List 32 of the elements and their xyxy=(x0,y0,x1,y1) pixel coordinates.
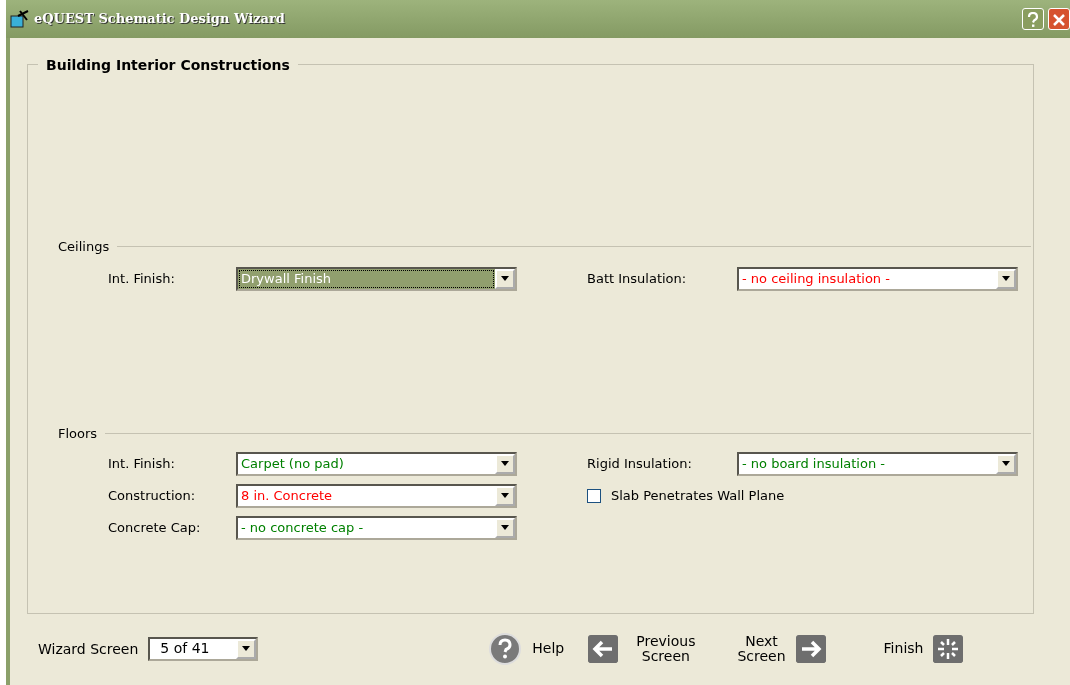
app-icon xyxy=(10,10,30,28)
dropdown[interactable]: Drywall Finish xyxy=(236,266,517,291)
wizard-screen-label: Wizard Screen xyxy=(38,639,139,659)
section-label: Floors xyxy=(58,424,98,443)
field-label: Construction: xyxy=(107,487,197,506)
dropdown[interactable]: - no board insulation - xyxy=(737,452,1018,476)
dropdown[interactable]: Carpet (no pad) xyxy=(236,452,517,476)
sparkle-icon xyxy=(933,635,964,663)
dropdown[interactable]: 8 in. Concrete xyxy=(236,484,517,508)
close-button[interactable] xyxy=(1048,8,1070,30)
field-label: Concrete Cap: xyxy=(107,519,202,538)
help-button[interactable] xyxy=(1022,8,1044,30)
previous-button[interactable]: Previous Screen xyxy=(588,633,696,665)
field-label: Int. Finish: xyxy=(107,455,176,474)
help-icon xyxy=(488,632,523,666)
field-label: Int. Finish: xyxy=(107,269,176,288)
field-label: Batt Insulation: xyxy=(587,269,688,288)
field-label: Rigid Insulation: xyxy=(587,455,693,474)
dropdown[interactable]: - no ceiling insulation - xyxy=(737,266,1018,291)
window-title: eQUEST Schematic Design Wizard xyxy=(34,10,285,29)
dropdown[interactable]: - no concrete cap - xyxy=(236,516,517,540)
help-button[interactable]: Help xyxy=(488,632,565,666)
close-icon xyxy=(1052,13,1066,27)
arrow-left-icon xyxy=(588,635,619,663)
section-label: Ceilings xyxy=(58,238,110,256)
help-icon xyxy=(1027,12,1039,28)
checkbox[interactable] xyxy=(587,489,601,503)
arrow-right-icon xyxy=(795,635,826,663)
next-button[interactable]: Next Screen xyxy=(737,633,826,665)
screen-dropdown[interactable]: 5 of 41 xyxy=(148,637,259,661)
finish-button[interactable]: Finish xyxy=(883,635,964,663)
checkbox-label: Slab Penetrates Wall Plane xyxy=(611,487,785,506)
